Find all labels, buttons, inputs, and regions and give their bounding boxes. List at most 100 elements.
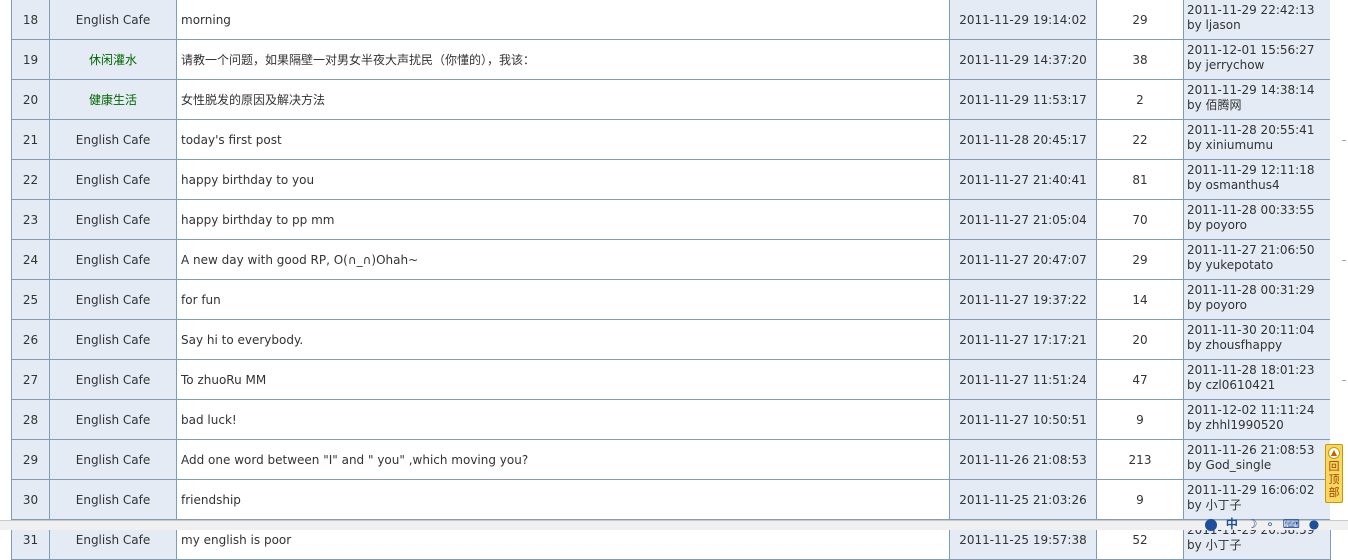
thread-title-link[interactable]: happy birthday to pp mm (176, 199, 950, 240)
last-reply-cell: 2011-11-28 20:55:41 by xiniumumu (1183, 119, 1331, 160)
thread-row: 25 English Cafe for fun 2011-11-27 19:37:22… (11, 279, 1331, 320)
post-time: 2011-11-27 21:40:41 (949, 159, 1097, 200)
thread-row: 21 English Cafe today's first post 2011-11-… (11, 119, 1331, 160)
reply-count: 38 (1096, 39, 1184, 80)
last-reply-user[interactable]: by xiniumumu (1187, 138, 1330, 153)
last-reply-time[interactable]: 2011-11-29 22:42:13 (1187, 3, 1330, 18)
post-time: 2011-11-27 11:51:24 (949, 359, 1097, 400)
thread-title-link[interactable]: bad luck! (176, 399, 950, 440)
last-reply-time[interactable]: 2011-11-28 00:33:55 (1187, 203, 1330, 218)
last-reply-time[interactable]: 2011-11-28 18:01:23 (1187, 363, 1330, 378)
reply-count: 70 (1096, 199, 1184, 240)
last-reply-cell: 2011-11-26 21:08:53 by God_single (1183, 439, 1331, 480)
thread-number: 24 (11, 239, 50, 280)
board-link[interactable]: English Cafe (49, 279, 177, 320)
thread-row: 22 English Cafe happy birthday to you 2011-… (11, 159, 1331, 200)
post-time: 2011-11-27 21:05:04 (949, 199, 1097, 240)
thread-title-link[interactable]: for fun (176, 279, 950, 320)
back-to-top-button[interactable]: ▲ 回顶部 (1325, 444, 1343, 503)
last-reply-time[interactable]: 2011-11-28 00:31:29 (1187, 283, 1330, 298)
thread-row: 19 休闲灌水 请教一个问题，如果隔壁一对男女半夜大声扰民（你懂的），我该： 2011… (11, 39, 1331, 80)
last-reply-cell: 2011-11-28 18:01:23 by czl0610421 (1183, 359, 1331, 400)
ime-toolbar[interactable]: 中 ☽ ∘ ⌨ ● (1205, 515, 1348, 531)
board-link[interactable]: English Cafe (49, 359, 177, 400)
reply-count: 29 (1096, 239, 1184, 280)
last-reply-time[interactable]: 2011-11-29 16:06:02 (1187, 483, 1330, 498)
thread-row: 26 English Cafe Say hi to everybody. 2011-1… (11, 319, 1331, 360)
thread-row: 28 English Cafe bad luck! 2011-11-27 10:50:… (11, 399, 1331, 440)
thread-title-link[interactable]: friendship (176, 479, 950, 520)
reply-count: 213 (1096, 439, 1184, 480)
last-reply-user[interactable]: by jerrychow (1187, 58, 1330, 73)
last-reply-cell: 2011-11-29 22:42:13 by ljason (1183, 0, 1331, 40)
last-reply-user[interactable]: by poyoro (1187, 218, 1330, 233)
reply-count: 14 (1096, 279, 1184, 320)
board-link[interactable]: English Cafe (49, 399, 177, 440)
board-link[interactable]: English Cafe (49, 119, 177, 160)
thread-title-link[interactable]: morning (176, 0, 950, 40)
last-reply-user[interactable]: by zhousfhappy (1187, 338, 1330, 353)
board-link[interactable]: English Cafe (49, 199, 177, 240)
last-reply-time[interactable]: 2011-12-02 11:11:24 (1187, 403, 1330, 418)
thread-table: 18 English Cafe morning 2011-11-29 19:14:02… (11, 0, 1331, 560)
last-reply-time[interactable]: 2011-11-28 20:55:41 (1187, 123, 1330, 138)
last-reply-time[interactable]: 2011-11-29 14:38:14 (1187, 83, 1330, 98)
board-link[interactable]: 休闲灌水 (49, 39, 177, 80)
last-reply-user[interactable]: by God_single (1187, 458, 1330, 473)
thread-title-link[interactable]: Add one word between "I" and " you" ,whi… (176, 439, 950, 480)
reply-count: 9 (1096, 399, 1184, 440)
last-reply-time[interactable]: 2011-11-30 20:11:04 (1187, 323, 1330, 338)
thread-title-link[interactable]: A new day with good RP, O(∩_∩)Ohah~ (176, 239, 950, 280)
last-reply-user[interactable]: by 小丁子 (1187, 538, 1330, 553)
last-reply-user[interactable]: by ljason (1187, 18, 1330, 33)
thread-row: 23 English Cafe happy birthday to pp mm 201… (11, 199, 1331, 240)
thread-title-link[interactable]: happy birthday to you (176, 159, 950, 200)
scrollbar-mark (1342, 260, 1346, 261)
board-link[interactable]: English Cafe (49, 0, 177, 40)
board-link[interactable]: English Cafe (49, 439, 177, 480)
scrollbar-mark (1342, 140, 1346, 141)
thread-number: 28 (11, 399, 50, 440)
last-reply-user[interactable]: by yukepotato (1187, 258, 1330, 273)
last-reply-user[interactable]: by zhhl1990520 (1187, 418, 1330, 433)
last-reply-time[interactable]: 2011-11-27 21:06:50 (1187, 243, 1330, 258)
last-reply-cell: 2011-11-29 12:11:18 by osmanthus4 (1183, 159, 1331, 200)
post-time: 2011-11-27 17:17:21 (949, 319, 1097, 360)
last-reply-user[interactable]: by 佰腾网 (1187, 98, 1330, 113)
thread-title-link[interactable]: today's first post (176, 119, 950, 160)
thread-row: 29 English Cafe Add one word between "I" a… (11, 439, 1331, 480)
last-reply-user[interactable]: by osmanthus4 (1187, 178, 1330, 193)
post-time: 2011-11-27 19:37:22 (949, 279, 1097, 320)
board-link[interactable]: English Cafe (49, 239, 177, 280)
last-reply-time[interactable]: 2011-12-01 15:56:27 (1187, 43, 1330, 58)
last-reply-user[interactable]: by czl0610421 (1187, 378, 1330, 393)
reply-count: 29 (1096, 0, 1184, 40)
thread-row: 27 English Cafe To zhuoRu MM 2011-11-27 11:… (11, 359, 1331, 400)
last-reply-cell: 2011-11-27 21:06:50 by yukepotato (1183, 239, 1331, 280)
thread-title-link[interactable]: 请教一个问题，如果隔壁一对男女半夜大声扰民（你懂的），我该： (176, 39, 950, 80)
post-time: 2011-11-27 20:47:07 (949, 239, 1097, 280)
last-reply-cell: 2011-11-28 00:33:55 by poyoro (1183, 199, 1331, 240)
thread-title-link[interactable]: Say hi to everybody. (176, 319, 950, 360)
last-reply-user[interactable]: by 小丁子 (1187, 498, 1330, 513)
reply-count: 9 (1096, 479, 1184, 520)
thread-row: 24 English Cafe A new day with good RP, O(… (11, 239, 1331, 280)
last-reply-cell: 2011-11-29 16:06:02 by 小丁子 (1183, 479, 1331, 520)
thread-title-link[interactable]: 女性脱发的原因及解决方法 (176, 79, 950, 120)
post-time: 2011-11-28 20:45:17 (949, 119, 1097, 160)
thread-number: 20 (11, 79, 50, 120)
thread-number: 26 (11, 319, 50, 360)
last-reply-user[interactable]: by poyoro (1187, 298, 1330, 313)
thread-number: 27 (11, 359, 50, 400)
last-reply-time[interactable]: 2011-11-26 21:08:53 (1187, 443, 1330, 458)
thread-table-body: 18 English Cafe morning 2011-11-29 19:14:02… (11, 0, 1331, 560)
board-link[interactable]: English Cafe (49, 159, 177, 200)
last-reply-time[interactable]: 2011-11-29 12:11:18 (1187, 163, 1330, 178)
thread-title-link[interactable]: To zhuoRu MM (176, 359, 950, 400)
thread-row: 18 English Cafe morning 2011-11-29 19:14:02… (11, 0, 1331, 40)
board-link[interactable]: English Cafe (49, 479, 177, 520)
board-link[interactable]: English Cafe (49, 319, 177, 360)
board-link[interactable]: 健康生活 (49, 79, 177, 120)
back-to-top-label: 回顶部 (1328, 460, 1340, 499)
scrollbar-mark (1342, 380, 1346, 381)
